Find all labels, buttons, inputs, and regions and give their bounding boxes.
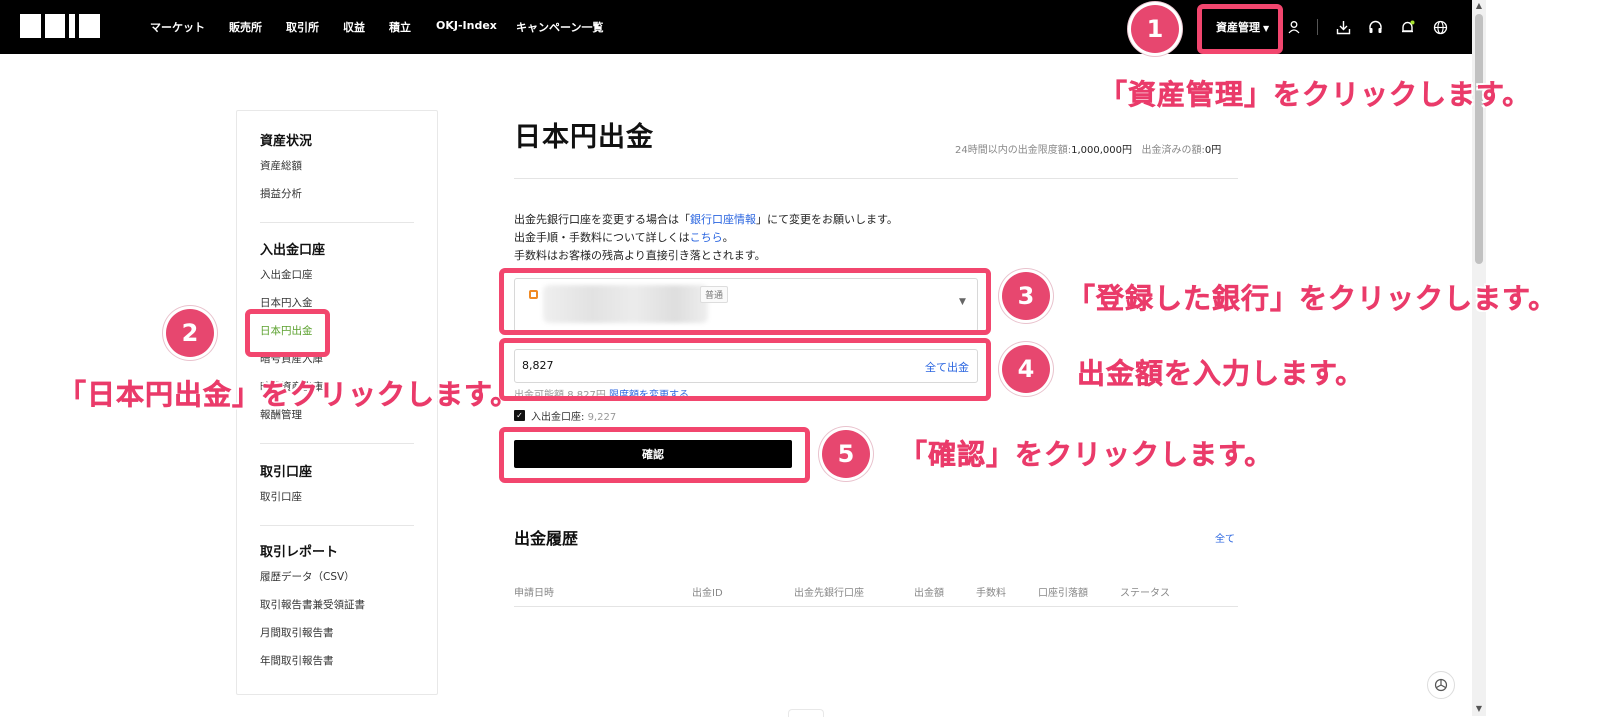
sidebar-item-pnl-analysis[interactable]: 損益分析 xyxy=(260,186,302,201)
nav-earn[interactable]: 収益 xyxy=(343,19,365,35)
sidebar-item-history-csv[interactable]: 履歴データ（CSV） xyxy=(260,569,355,584)
deposit-account-checkbox-row[interactable]: ✓ 入出金口座: 9,227 xyxy=(514,408,616,423)
history-col-status: ステータス xyxy=(1120,588,1170,599)
sidebar-section-trading-account: 取引口座 xyxy=(260,465,313,480)
highlight-asset-management xyxy=(1197,4,1283,54)
nav-exchange[interactable]: 取引所 xyxy=(286,19,319,35)
download-icon[interactable] xyxy=(1333,17,1353,37)
step-badge-5: 5 xyxy=(822,430,870,478)
page-title: 日本円出金 xyxy=(514,122,654,153)
withdrawal-history-title: 出金履歴 xyxy=(514,529,579,548)
nav-dealer[interactable]: 販売所 xyxy=(229,19,262,35)
step-badge-4: 4 xyxy=(1002,345,1050,393)
sidebar-item-trade-report[interactable]: 取引報告書兼受領証書 xyxy=(260,597,365,612)
note-step-3: 「登録した銀行」をクリックします。 xyxy=(1067,282,1558,316)
nav-okj-index[interactable]: OKJ-Index xyxy=(436,19,497,32)
okj-logo[interactable] xyxy=(20,13,100,39)
history-header-divider xyxy=(514,606,1238,607)
sidebar-divider xyxy=(260,443,414,444)
scroll-up-arrow-icon[interactable]: ▲ xyxy=(1474,1,1484,10)
withdrawal-limit-info: 24時間以内の出金限度額:1,000,000円 出金済みの額:0円 xyxy=(955,145,1222,156)
sidebar-divider xyxy=(260,525,414,526)
nav-market[interactable]: マーケット xyxy=(150,19,205,35)
sidebar-section-trade-reports: 取引レポート xyxy=(260,545,339,560)
fee-details-link[interactable]: こちら xyxy=(690,231,723,244)
sidebar-item-total-assets[interactable]: 資産総額 xyxy=(260,158,302,173)
note-step-4: 出金額を入力します。 xyxy=(1077,357,1365,391)
sidebar-item-jpy-deposit[interactable]: 日本円入金 xyxy=(260,295,313,310)
history-col-debit: 口座引落額 xyxy=(1038,588,1088,599)
sidebar-item-annual-report[interactable]: 年間取引報告書 xyxy=(260,653,334,668)
note-step-1: 「資産管理」をクリックします。 xyxy=(1099,78,1532,112)
history-col-id: 出金ID xyxy=(692,588,723,599)
history-col-bank: 出金先銀行口座 xyxy=(794,588,864,599)
sidebar-item-trading-account[interactable]: 取引口座 xyxy=(260,489,302,504)
history-col-fee: 手数料 xyxy=(976,588,1006,599)
sidebar-item-monthly-report[interactable]: 月間取引報告書 xyxy=(260,625,334,640)
sidebar-section-asset-status: 資産状況 xyxy=(260,134,313,149)
step-badge-2: 2 xyxy=(166,309,214,357)
scroll-down-arrow-icon[interactable]: ▼ xyxy=(1474,704,1484,713)
note-step-2: 「日本円出金」をクリックします。 xyxy=(58,378,520,412)
info-fee-deduction: 手数料はお客様の残高より直接引き落とされます。 xyxy=(514,249,766,262)
bank-account-info-link[interactable]: 銀行口座情報 xyxy=(690,213,756,226)
scrollbar-thumb[interactable] xyxy=(1475,14,1483,264)
support-headset-icon[interactable] xyxy=(1365,17,1385,37)
step-badge-1: 1 xyxy=(1131,5,1179,53)
sidebar-section-deposit-account: 入出金口座 xyxy=(260,243,326,258)
user-icon[interactable] xyxy=(1284,17,1304,37)
sidebar-item-deposit-account[interactable]: 入出金口座 xyxy=(260,267,313,282)
history-col-amount: 出金額 xyxy=(914,588,944,599)
history-view-all-link[interactable]: 全て xyxy=(1215,530,1235,545)
assistant-icon[interactable] xyxy=(1427,671,1455,699)
highlight-confirm-button xyxy=(499,427,810,483)
highlight-bank-select xyxy=(499,268,991,335)
step-badge-3: 3 xyxy=(1002,272,1050,320)
nav-savings[interactable]: 積立 xyxy=(389,19,411,35)
info-fee-guide: 出金手順・手数料について詳しくはこちら。 xyxy=(514,231,734,244)
title-divider xyxy=(514,178,1238,179)
highlight-jpy-withdrawal xyxy=(245,309,330,357)
history-col-date: 申請日時 xyxy=(514,588,554,599)
notification-bell-icon[interactable] xyxy=(1397,17,1417,37)
language-globe-icon[interactable] xyxy=(1430,17,1450,37)
nav-divider xyxy=(1317,19,1318,35)
note-step-5: 「確認」をクリックします。 xyxy=(899,438,1274,472)
nav-campaigns[interactable]: キャンペーン一覧 xyxy=(516,19,603,35)
sidebar-divider xyxy=(260,222,414,223)
info-bank-change: 出金先銀行口座を変更する場合は「銀行口座情報」にて変更をお願いします。 xyxy=(514,213,898,226)
highlight-amount-input xyxy=(499,338,991,401)
